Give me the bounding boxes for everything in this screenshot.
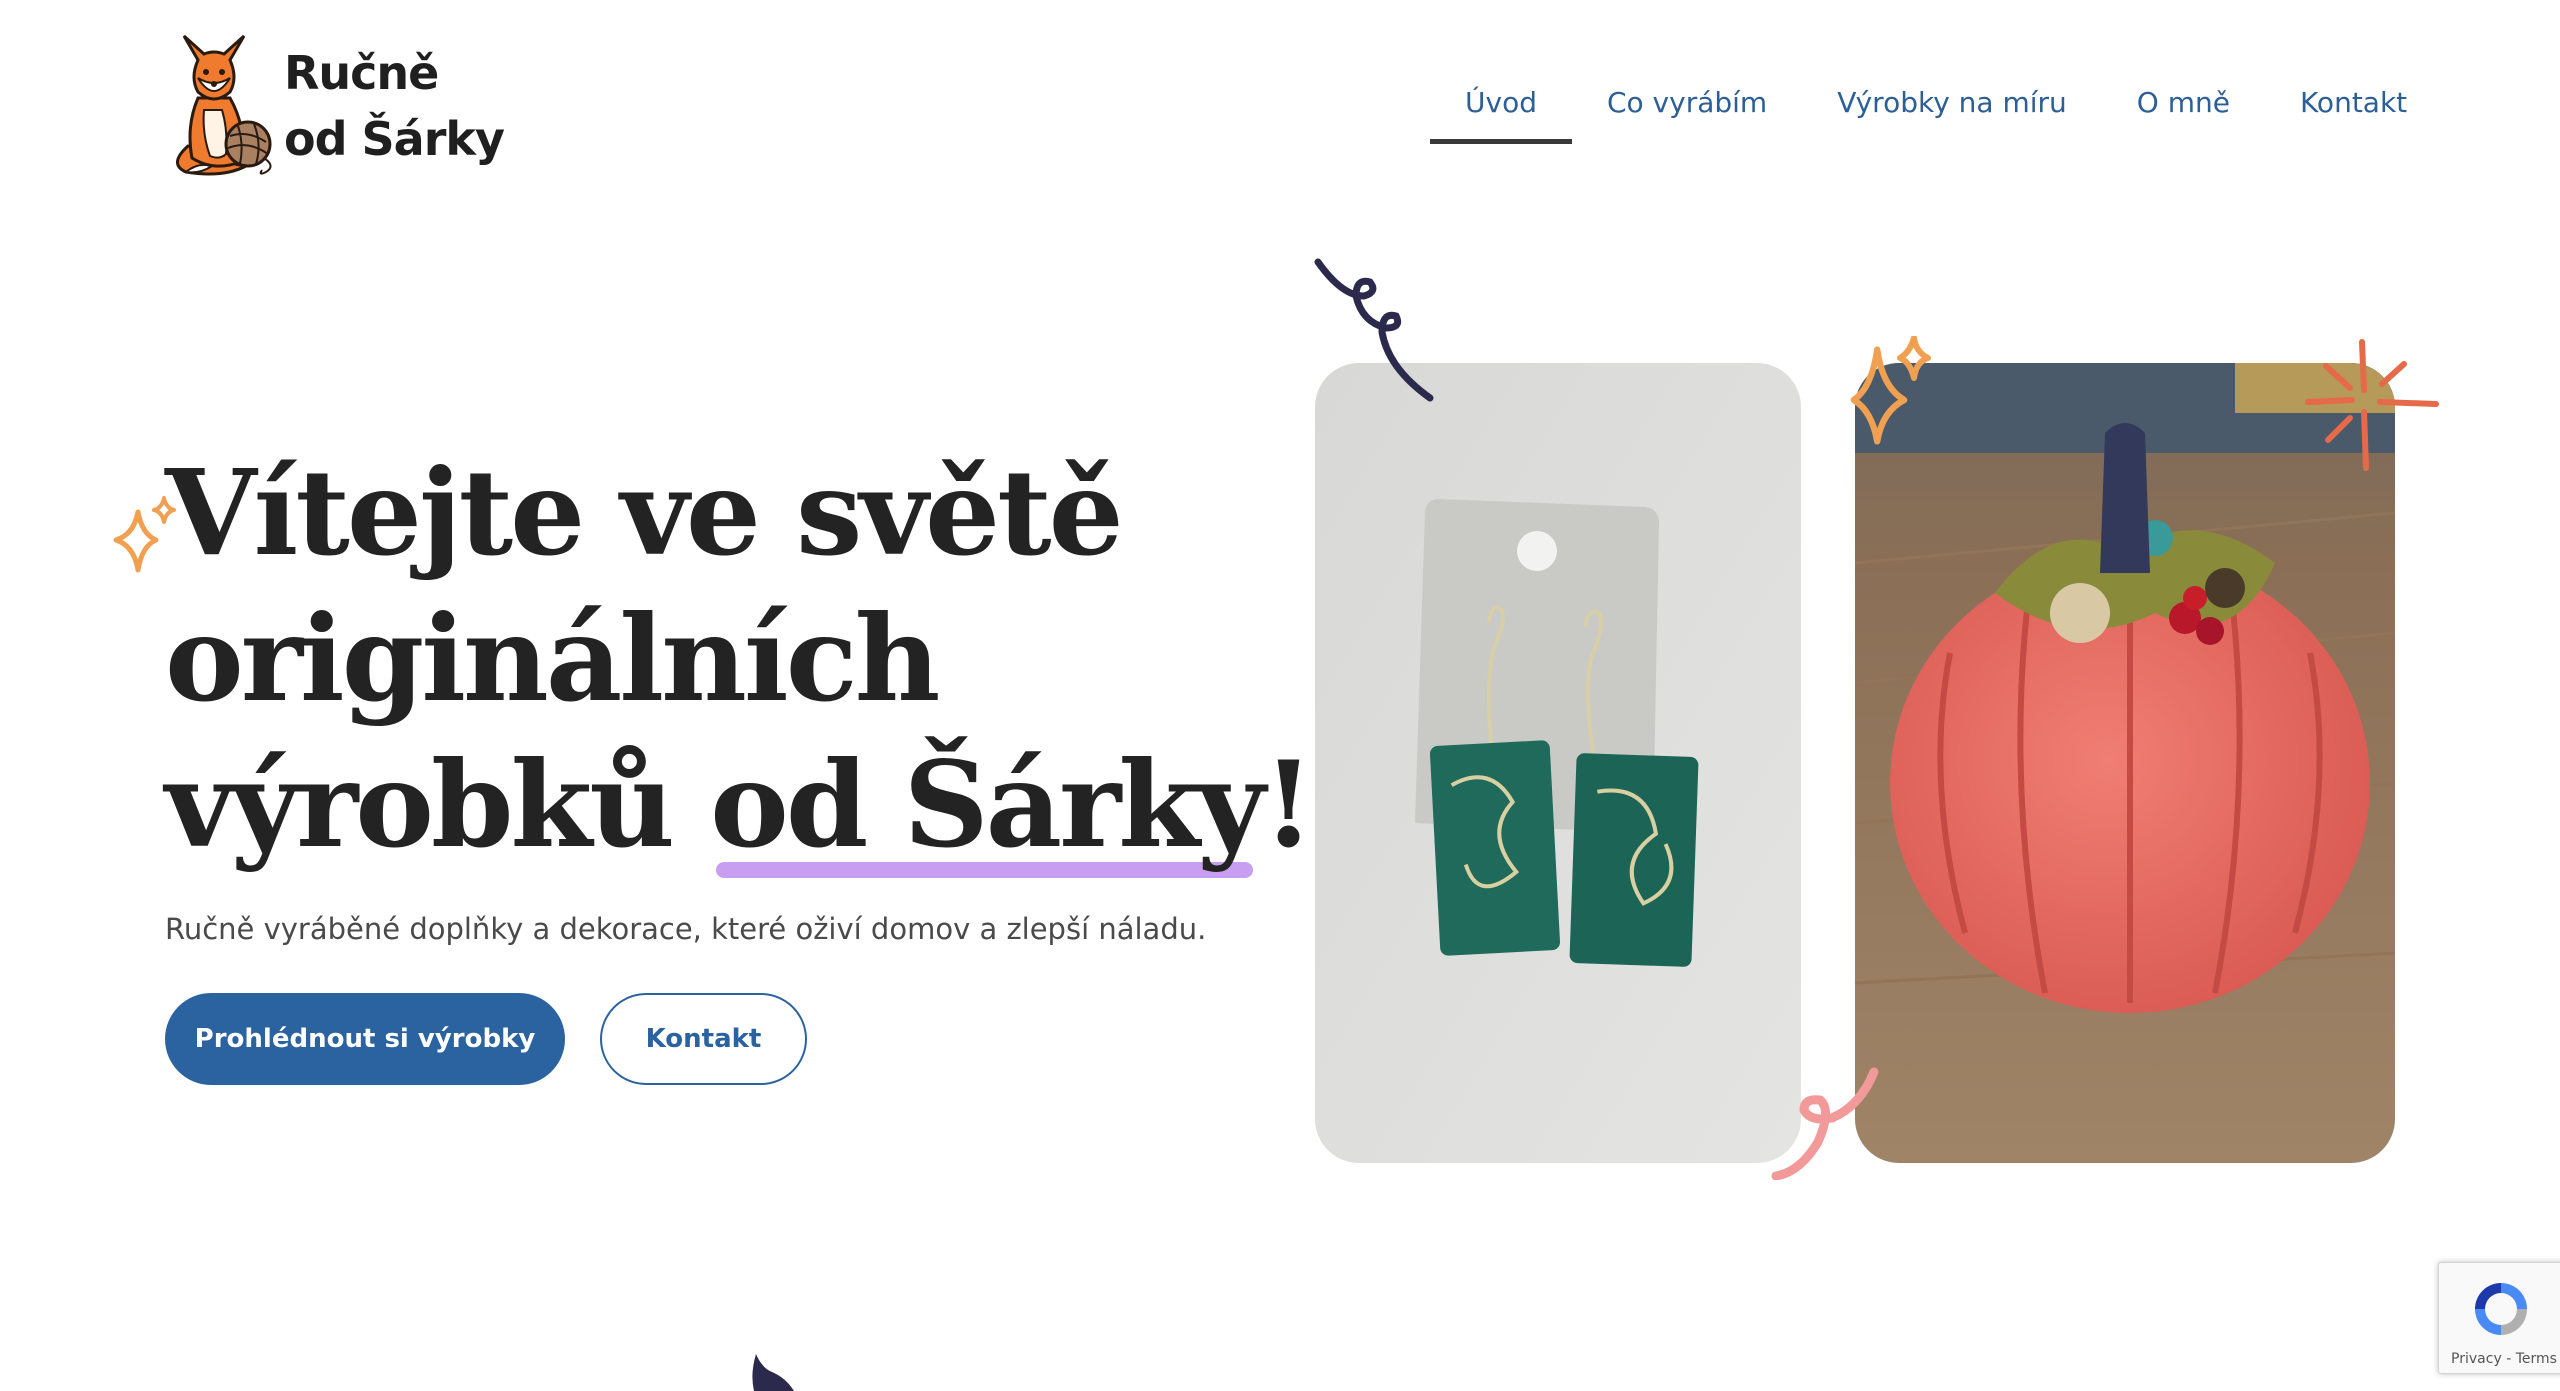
nav-item-o-mne[interactable]: O mně <box>2102 60 2265 144</box>
hero-title: Vítejte ve světě originálních výrobků od… <box>165 440 1314 878</box>
doodle-fragment-icon <box>752 1354 794 1391</box>
logo-text: Ručně od Šárky <box>284 40 505 172</box>
hero-title-highlight: od Šárky <box>710 732 1266 878</box>
main-nav: Úvod Co vyrábím Výrobky na míru O mně Ko… <box>1430 60 2442 144</box>
squiggle-pink-icon <box>1771 1067 1879 1180</box>
nav-item-uvod[interactable]: Úvod <box>1430 60 1572 144</box>
browse-products-button[interactable]: Prohlédnout si výrobky <box>165 993 565 1085</box>
hero-title-line-1: Vítejte ve světě <box>165 443 1124 582</box>
nav-item-co-vyrabim[interactable]: Co vyrábím <box>1572 60 1802 144</box>
recaptcha-icon <box>2475 1283 2527 1335</box>
hero-title-line-3-start: výrobků <box>165 735 711 874</box>
earrings-image <box>1315 363 1801 1163</box>
logo-line-1: Ručně <box>284 46 439 100</box>
recaptcha-links: Privacy - Terms <box>2439 1351 2560 1367</box>
nav-item-kontakt[interactable]: Kontakt <box>2265 60 2442 144</box>
recaptcha-privacy-link[interactable]: Privacy <box>2451 1351 2502 1367</box>
earrings-photo <box>1315 363 1801 1163</box>
hero-title-highlight-text: od Šárky <box>710 735 1265 874</box>
recaptcha-badge[interactable]: Privacy - Terms <box>2438 1262 2560 1374</box>
burst-icon <box>2305 339 2439 471</box>
squiggle-top-left-icon <box>1314 258 1434 402</box>
hero-subtitle: Ručně vyráběné doplňky a dekorace, které… <box>165 912 1207 946</box>
recaptcha-terms-link[interactable]: Terms <box>2516 1351 2557 1367</box>
recaptcha-separator: - <box>2501 1351 2516 1367</box>
sparkle-icon <box>1850 336 1931 445</box>
site-header: Ručně od Šárky Úvod Co vyrábím Výrobky n… <box>0 0 2560 190</box>
pumpkin-photo <box>1855 363 2395 1163</box>
nav-item-vyrobky-na-miru[interactable]: Výrobky na míru <box>1802 60 2102 144</box>
site-logo[interactable]: Ručně od Šárky <box>168 26 508 176</box>
hero-title-line-2: originálních <box>165 589 940 728</box>
fox-logo-icon <box>176 34 272 176</box>
contact-button[interactable]: Kontakt <box>600 993 807 1085</box>
logo-line-2: od Šárky <box>284 112 505 166</box>
pumpkin-image <box>1855 363 2395 1163</box>
hero-title-line-3: výrobků od Šárky! <box>165 732 1314 878</box>
hero-title-end: ! <box>1262 735 1315 874</box>
